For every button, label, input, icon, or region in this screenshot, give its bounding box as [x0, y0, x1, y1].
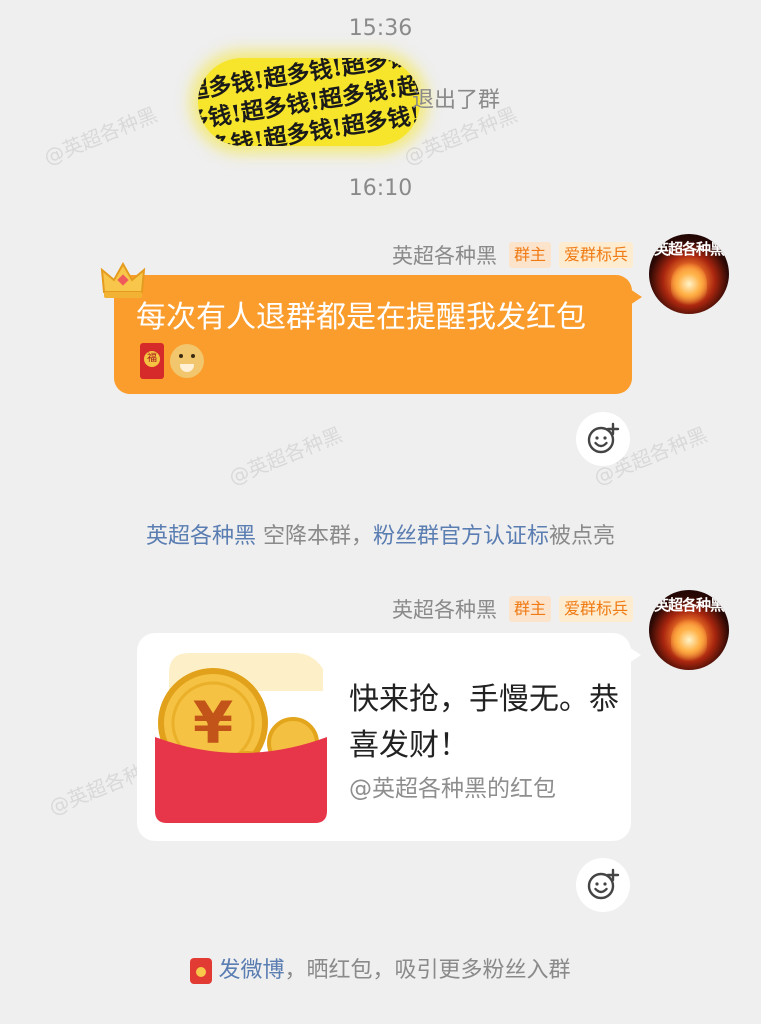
fan-badge[interactable]: 爱群标兵	[558, 596, 633, 622]
timestamp: 16:10	[348, 176, 413, 201]
bottom-tip: 发微博，晒红包，吸引更多粉丝入群	[0, 952, 761, 984]
red-packet-card[interactable]: ¥ 快来抢，手慢无。恭喜发财！ @英超各种黑的红包	[137, 633, 641, 841]
system-suffix-text: 被点亮	[549, 524, 616, 549]
system-action-text: 空降本群，	[255, 524, 373, 549]
system-notice: 英超各种黑 空降本群，粉丝群官方认证标被点亮	[0, 518, 761, 550]
owner-badge: 群主	[508, 242, 551, 268]
add-reaction-icon	[587, 422, 620, 454]
message-header: 英超各种黑 群主 爱群标兵	[392, 240, 633, 270]
add-reaction-button[interactable]	[576, 412, 630, 466]
doge-emoji-icon	[170, 343, 204, 378]
message-bubble[interactable]: 每次有人退群都是在提醒我发红包	[114, 275, 642, 394]
message-header: 英超各种黑 群主 爱群标兵	[392, 594, 633, 624]
red-packet-title: 快来抢，手慢无。恭喜发财！	[349, 682, 619, 763]
tip-text: ，晒红包，吸引更多粉丝入群	[284, 958, 571, 983]
red-packet-icon: ¥	[155, 653, 327, 823]
avatar-image	[671, 618, 707, 662]
left-group-text: 退出了群	[412, 88, 501, 113]
add-reaction-icon	[587, 868, 620, 900]
avatar-image	[671, 262, 707, 306]
message-text: 每次有人退群都是在提醒我发红包	[136, 300, 586, 335]
avatar[interactable]: 英超各种黑	[649, 234, 729, 314]
username-sticker[interactable]: 超多钱!超多钱!超多钱! 多钱!超多钱!超多钱!超 超多钱!超多钱!超多钱!	[198, 58, 420, 146]
member-left-notice: 超多钱!超多钱!超多钱! 多钱!超多钱!超多钱!超 超多钱!超多钱!超多钱! 退…	[0, 52, 761, 147]
crown-icon	[100, 262, 146, 298]
certification-link[interactable]: 粉丝群官方认证标	[373, 524, 549, 549]
avatar-caption: 英超各种黑	[653, 240, 725, 258]
red-packet-icon	[190, 958, 213, 984]
post-weibo-link[interactable]: 发微博	[218, 958, 284, 983]
avatar-caption: 英超各种黑	[653, 596, 725, 614]
owner-badge: 群主	[508, 596, 551, 622]
fan-badge[interactable]: 爱群标兵	[558, 242, 633, 268]
avatar[interactable]: 英超各种黑	[649, 590, 729, 670]
timestamp: 15:36	[348, 16, 413, 41]
red-packet-sender: @英超各种黑的红包	[349, 776, 556, 802]
add-reaction-button[interactable]	[576, 858, 630, 912]
red-packet-icon	[140, 342, 164, 379]
user-link[interactable]: 英超各种黑	[146, 524, 256, 549]
svg-text:¥: ¥	[193, 689, 233, 757]
sender-name[interactable]: 英超各种黑	[392, 240, 497, 270]
watermark: @英超各种黑	[225, 422, 346, 490]
sender-name[interactable]: 英超各种黑	[392, 594, 497, 624]
